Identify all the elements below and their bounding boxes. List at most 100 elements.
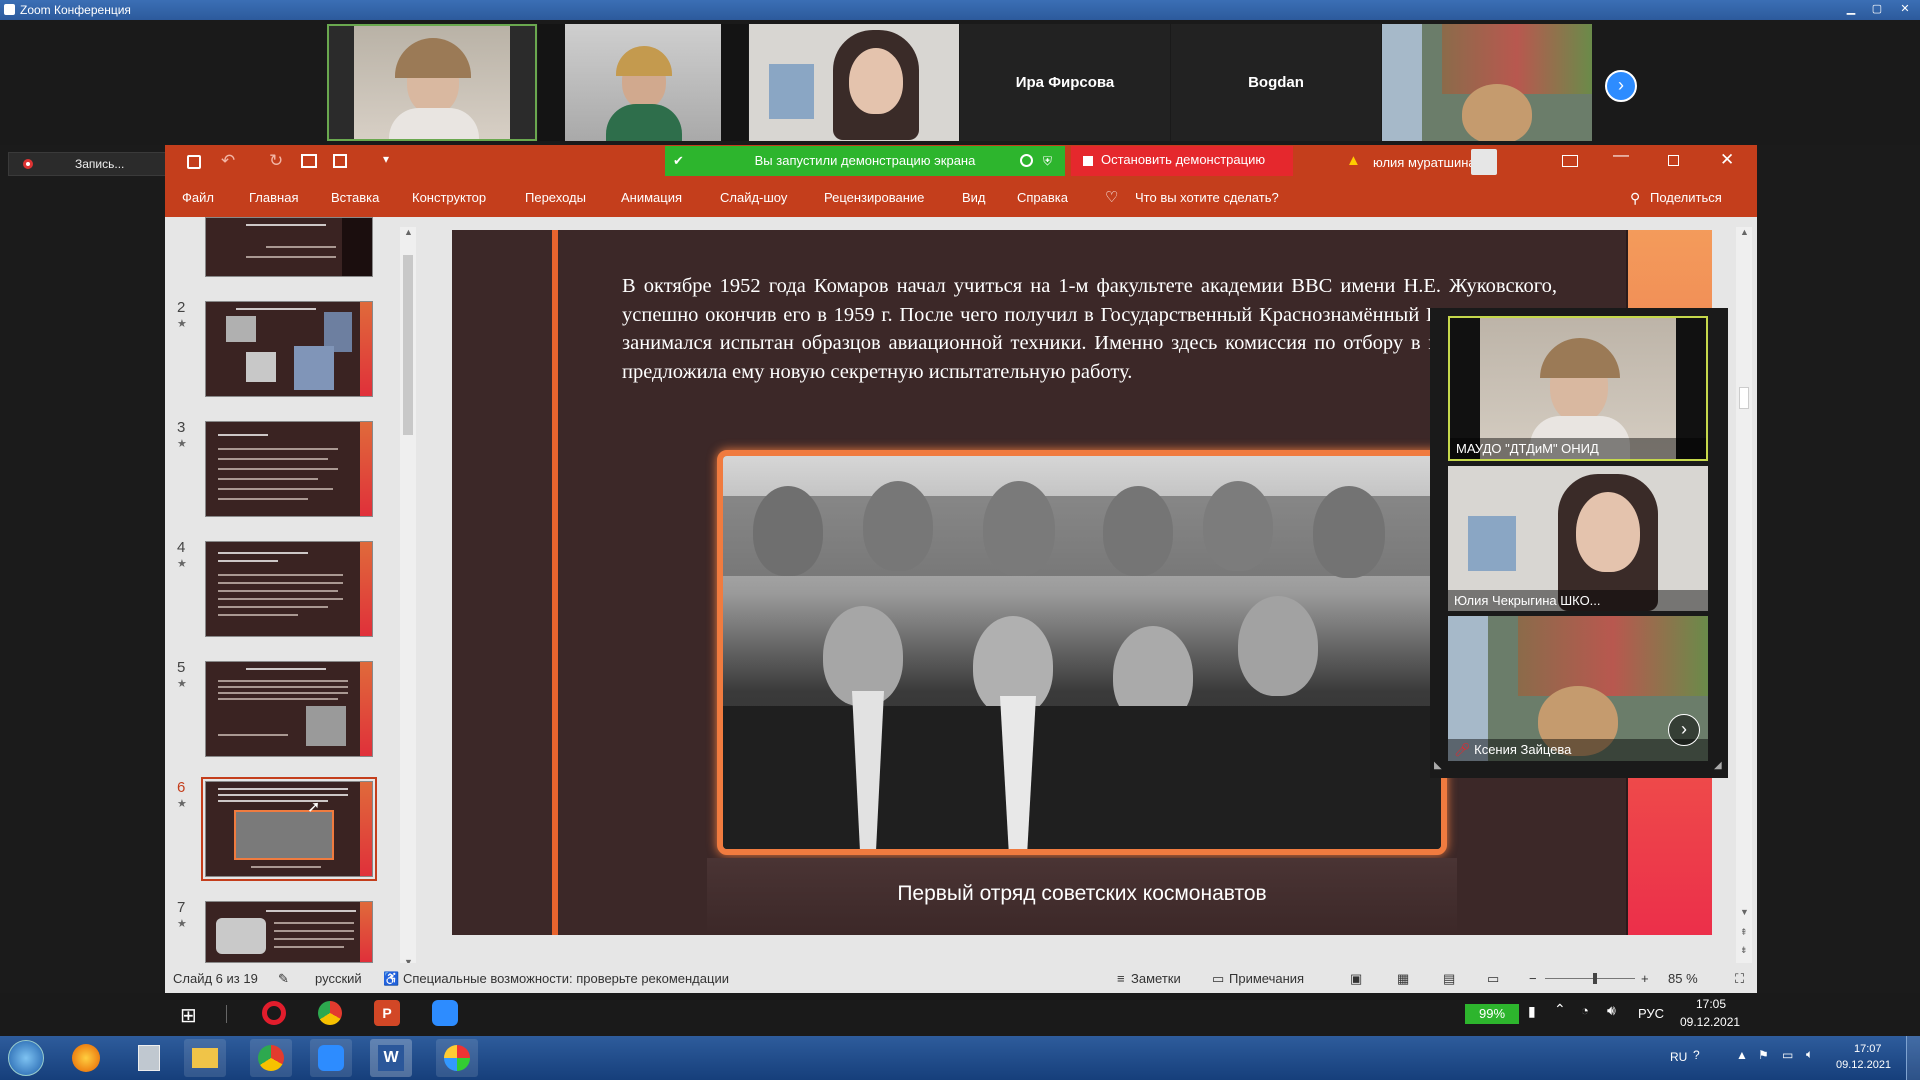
spellcheck-icon[interactable]: ✎ — [278, 971, 289, 987]
wifi-icon[interactable]: ◔ — [1581, 1003, 1589, 1018]
thumbnail-scrollbar[interactable]: ▲ ▼ — [400, 227, 416, 972]
scroll-up-icon[interactable]: ▲ — [404, 227, 413, 237]
scroll-thumb[interactable] — [403, 255, 413, 435]
slideshow-view-icon[interactable]: ▭ — [1487, 971, 1499, 987]
scroll-down-icon[interactable]: ▼ — [1740, 907, 1749, 917]
comments-icon[interactable]: ▭ — [1212, 971, 1224, 987]
customize-toolbar-icon[interactable]: ▾ — [383, 152, 389, 166]
zoom-slider-thumb[interactable] — [1593, 973, 1597, 984]
scroll-thumb[interactable] — [1739, 387, 1749, 409]
close-icon[interactable]: ✕ — [1720, 150, 1734, 170]
flag-icon[interactable]: ⚑ — [1758, 1048, 1769, 1062]
next-page-icon[interactable]: › — [1605, 70, 1637, 102]
clock-date[interactable]: 09.12.2021 — [1836, 1059, 1891, 1071]
gallery-tile[interactable] — [749, 24, 959, 141]
slide-body-text[interactable]: В октябре 1952 года Комаров начал учитьс… — [622, 272, 1557, 386]
tab-transitions[interactable]: Переходы — [525, 180, 586, 217]
explorer-icon[interactable] — [184, 1039, 226, 1077]
language-indicator[interactable]: RU — [1670, 1050, 1687, 1064]
tab-file[interactable]: Файл — [182, 180, 214, 217]
shape-icon[interactable] — [333, 154, 347, 168]
network-icon[interactable]: ▭ — [1782, 1048, 1793, 1062]
slide-scrollbar[interactable]: ▲ ▼ ⇞ ⇟ — [1736, 227, 1752, 972]
participant-video[interactable]: Юлия Чекрыгина ШКО... — [1448, 466, 1708, 611]
volume-icon[interactable]: 🔊︎ — [1607, 1002, 1616, 1019]
windows-start-icon[interactable]: ⊞ — [180, 1003, 197, 1028]
clock-time[interactable]: 17:07 — [1854, 1043, 1882, 1055]
language-indicator[interactable]: РУС — [1638, 1006, 1664, 1021]
calculator-icon[interactable] — [138, 1045, 160, 1071]
clock-date[interactable]: 09.12.2021 — [1680, 1015, 1740, 1029]
zoom-slider[interactable] — [1545, 978, 1635, 979]
slide-counter[interactable]: Слайд 6 из 19 — [173, 971, 258, 986]
tab-home[interactable]: Главная — [249, 180, 298, 217]
tray-chevron-icon[interactable]: ▲ — [1736, 1048, 1748, 1062]
zoom-task-icon[interactable] — [310, 1039, 352, 1077]
undo-icon[interactable]: ↶ — [221, 151, 235, 171]
slide-thumbnail-selected[interactable] — [205, 781, 373, 877]
notes-icon[interactable]: ≡ — [1117, 971, 1125, 986]
battery-indicator[interactable]: 99% — [1465, 1004, 1519, 1024]
prev-slide-icon[interactable]: ⇞ — [1740, 927, 1748, 938]
resize-handle-icon[interactable]: ◣ — [1434, 760, 1442, 771]
show-desktop-button[interactable] — [1906, 1036, 1920, 1080]
gallery-tile[interactable]: Ира Фирсова — [960, 24, 1170, 141]
slide-thumbnail[interactable] — [205, 217, 373, 277]
slide-thumbnail[interactable] — [205, 301, 373, 397]
powerpoint-icon[interactable]: P — [374, 1000, 400, 1026]
participant-video[interactable]: 🎤︎ Ксения Зайцева › — [1448, 616, 1708, 761]
zoom-icon[interactable] — [432, 1000, 458, 1026]
zoom-in-icon[interactable]: + — [1641, 971, 1649, 986]
tab-slideshow[interactable]: Слайд-шоу — [720, 180, 787, 217]
gallery-tile[interactable]: Bogdan — [1171, 24, 1381, 141]
minimize-icon[interactable]: ▁ — [1840, 2, 1862, 16]
avatar[interactable] — [1471, 149, 1497, 175]
save-icon[interactable] — [187, 155, 201, 169]
stop-share-button[interactable]: Остановить демонстрацию — [1071, 146, 1293, 176]
recording-indicator[interactable]: Запись... — [8, 152, 166, 176]
reading-view-icon[interactable]: ▤ — [1443, 971, 1455, 987]
firefox-icon[interactable] — [72, 1044, 100, 1072]
windows-orb-icon[interactable] — [8, 1040, 44, 1076]
chevron-up-icon[interactable]: ⌃ — [1554, 1001, 1566, 1018]
zoom-level[interactable]: 85 % — [1668, 971, 1698, 986]
gallery-tile[interactable] — [538, 24, 748, 141]
start-slideshow-icon[interactable] — [301, 154, 317, 168]
tab-animations[interactable]: Анимация — [621, 180, 682, 217]
slide-thumbnail[interactable] — [205, 421, 373, 517]
minimize-icon[interactable]: — — [1613, 147, 1629, 165]
opera-icon[interactable] — [262, 1001, 286, 1025]
accessibility-icon[interactable]: ♿ — [383, 971, 399, 987]
chrome-task-icon[interactable] — [250, 1039, 292, 1077]
normal-view-icon[interactable]: ▣ — [1350, 971, 1362, 987]
battery-icon[interactable]: ▮ — [1528, 1003, 1536, 1020]
notes-button[interactable]: Заметки — [1131, 971, 1181, 986]
tab-review[interactable]: Рецензирование — [824, 180, 924, 217]
word-task-icon[interactable]: W — [370, 1039, 412, 1077]
tab-help[interactable]: Справка — [1017, 180, 1068, 217]
next-slide-icon[interactable]: ⇟ — [1740, 945, 1748, 956]
gallery-tile[interactable] — [1382, 24, 1592, 141]
ribbon-display-icon[interactable] — [1562, 155, 1578, 167]
share-button[interactable]: Поделиться — [1650, 180, 1722, 217]
resize-handle-icon[interactable]: ◢ — [1714, 760, 1722, 771]
slide-thumbnail[interactable] — [205, 661, 373, 757]
tab-insert[interactable]: Вставка — [331, 180, 379, 217]
accessibility-label[interactable]: Специальные возможности: проверьте реком… — [403, 971, 729, 986]
comments-button[interactable]: Примечания — [1229, 971, 1304, 986]
user-name[interactable]: юлия муратшина — [1373, 155, 1476, 170]
maximize-icon[interactable]: ▢ — [1866, 2, 1888, 16]
pause-icon[interactable] — [1020, 154, 1033, 167]
language-label[interactable]: русский — [315, 971, 362, 986]
restore-icon[interactable] — [1668, 155, 1679, 166]
next-videos-icon[interactable]: › — [1668, 714, 1700, 746]
scroll-up-icon[interactable]: ▲ — [1740, 227, 1749, 237]
gallery-tile[interactable] — [327, 24, 537, 141]
volume-icon[interactable]: 🔈︎ — [1806, 1047, 1813, 1062]
zoom-out-icon[interactable]: − — [1529, 971, 1537, 986]
help-icon[interactable]: ? — [1693, 1048, 1700, 1062]
tell-me-input[interactable]: Что вы хотите сделать? — [1135, 180, 1279, 217]
sorter-view-icon[interactable]: ▦ — [1397, 971, 1409, 987]
slide-thumbnail[interactable] — [205, 541, 373, 637]
cosmonauts-photo[interactable] — [717, 450, 1447, 855]
